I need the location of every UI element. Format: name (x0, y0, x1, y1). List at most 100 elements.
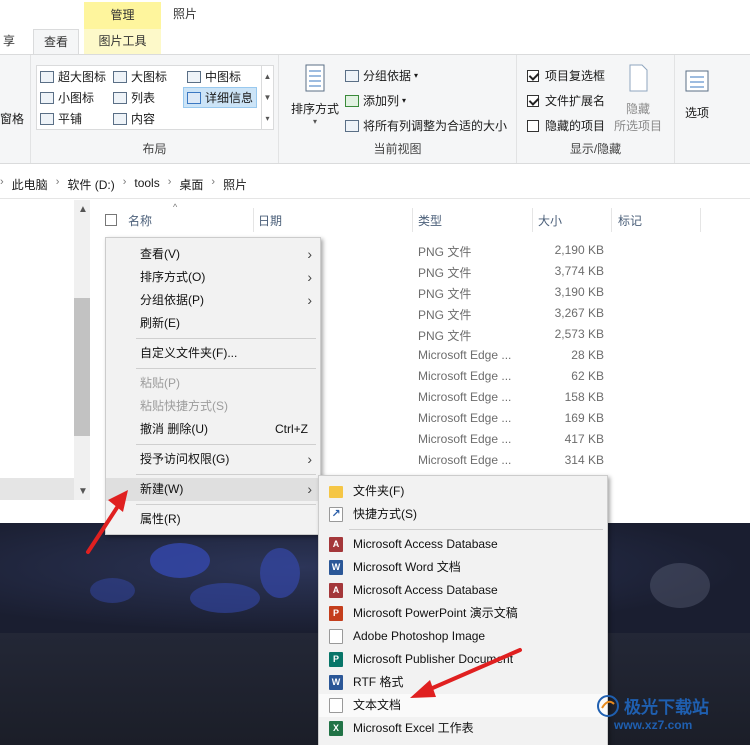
column-header-tags[interactable]: 标记 (618, 212, 642, 229)
new-item-photoshop-image[interactable]: Adobe Photoshop Image (319, 625, 607, 648)
tab-picture-tools[interactable]: 图片工具 (84, 29, 161, 54)
tab-share[interactable]: 享 (0, 29, 18, 54)
text-file-icon (329, 698, 343, 713)
menu-item-refresh[interactable]: 刷新(E) (106, 312, 320, 335)
new-item-word-document[interactable]: W Microsoft Word 文档 (319, 556, 607, 579)
nav-scrollbar-thumb[interactable] (74, 298, 90, 436)
breadcrumb-tools[interactable]: tools (134, 176, 159, 193)
new-item-access-database-2[interactable]: A Microsoft Access Database (319, 579, 607, 602)
chevron-right-icon[interactable]: › (123, 176, 127, 193)
scroll-up-icon[interactable]: ▲ (78, 204, 88, 215)
tab-view[interactable]: 查看 (33, 29, 79, 55)
new-item-shortcut[interactable]: ↗ 快捷方式(S) (319, 503, 607, 526)
chevron-right-icon: › (307, 451, 312, 467)
column-divider[interactable] (700, 208, 701, 232)
layout-list[interactable]: 列表 (113, 89, 155, 106)
powerpoint-icon: P (329, 606, 343, 621)
cell-type: PNG 文件 (418, 308, 472, 322)
layout-details[interactable]: 详细信息 (183, 87, 258, 108)
cell-type: PNG 文件 (418, 329, 472, 343)
column-divider[interactable] (532, 208, 533, 232)
new-item-rtf[interactable]: W RTF 格式 (319, 671, 607, 694)
new-item-text-document[interactable]: 文本文档 (319, 694, 607, 717)
layout-tiles[interactable]: 平铺 (40, 110, 82, 127)
ribbon-group-show-hide: 项目复选框 文件扩展名 隐藏的项目 隐藏 所选项目 显示/隐藏 (517, 55, 675, 163)
menu-item-give-access[interactable]: 授予访问权限(G) › (106, 448, 320, 471)
group-by-button[interactable]: 分组依据 ▾ (345, 67, 418, 84)
new-item-publisher[interactable]: P Microsoft Publisher Document (319, 648, 607, 671)
chevron-right-icon: › (307, 246, 312, 262)
menu-item-group-by[interactable]: 分组依据(P) › (106, 289, 320, 312)
chevron-right-icon: › (0, 176, 4, 188)
column-header-name[interactable]: 名称 (128, 212, 152, 229)
sort-ascending-icon: ^ (173, 202, 178, 212)
address-bar[interactable]: › 此电脑 › 软件 (D:) › tools › 桌面 › 照片 (0, 165, 750, 199)
publisher-icon: P (329, 652, 343, 667)
menu-item-paste-shortcut[interactable]: 粘贴快捷方式(S) (106, 395, 320, 418)
cell-size: 417 KB (564, 432, 604, 446)
layout-small-icons[interactable]: 小图标 (40, 89, 94, 106)
menu-item-properties[interactable]: 属性(R) (106, 508, 320, 531)
photo-blob (650, 563, 710, 608)
checkbox-checked-icon (527, 69, 539, 82)
menu-item-view[interactable]: 查看(V) › (106, 243, 320, 266)
breadcrumb-desktop[interactable]: 桌面 (179, 176, 203, 193)
chevron-right-icon[interactable]: › (56, 176, 60, 193)
pane-button[interactable]: 窗格 (0, 110, 24, 127)
column-header-date[interactable]: 日期 (258, 212, 282, 229)
new-item-access-database[interactable]: A Microsoft Access Database (319, 533, 607, 556)
nav-selected-item[interactable] (0, 478, 74, 500)
add-column-button[interactable]: 添加列 ▾ (345, 92, 406, 109)
menu-item-new[interactable]: 新建(W) › (106, 478, 320, 501)
layout-large-icons[interactable]: 大图标 (113, 68, 167, 85)
file-extensions-toggle[interactable]: 文件扩展名 (527, 92, 605, 109)
column-header-size[interactable]: 大小 (538, 212, 562, 229)
extra-large-icons-icon (40, 70, 54, 83)
new-item-excel[interactable]: X Microsoft Excel 工作表 (319, 717, 607, 740)
menu-item-customize-folder[interactable]: 自定义文件夹(F)... (106, 342, 320, 365)
watermark-url: www.xz7.com (614, 718, 693, 732)
cell-type: PNG 文件 (418, 287, 472, 301)
chevron-right-icon: › (307, 269, 312, 285)
cell-size: 2,573 KB (554, 327, 604, 341)
small-icons-icon (40, 91, 54, 104)
checkbox-checked-icon (527, 94, 539, 107)
layout-extra-large-icons[interactable]: 超大图标 (40, 68, 106, 85)
new-item-folder[interactable]: 文件夹(F) (319, 480, 607, 503)
sort-by-button[interactable]: 排序方式 ▾ (287, 63, 343, 126)
menu-item-undo-delete[interactable]: 撤消 删除(U) Ctrl+Z (106, 418, 320, 441)
options-button[interactable]: 选项 (679, 67, 715, 121)
menu-item-sort-by[interactable]: 排序方式(O) › (106, 266, 320, 289)
access-icon: A (329, 583, 343, 598)
scroll-down-icon[interactable]: ▼ (78, 486, 88, 497)
photo-blob (150, 543, 210, 578)
layout-gallery-scroll[interactable]: ▲ ▼ ▾ (261, 66, 273, 129)
chevron-right-icon[interactable]: › (168, 176, 172, 193)
chevron-right-icon: › (307, 481, 312, 497)
menu-separator (136, 338, 316, 339)
column-divider[interactable] (412, 208, 413, 232)
select-all-checkbox[interactable] (105, 214, 117, 226)
layout-medium-icons[interactable]: 中图标 (187, 68, 241, 85)
new-item-powerpoint[interactable]: P Microsoft PowerPoint 演示文稿 (319, 602, 607, 625)
column-header-type[interactable]: 类型 (418, 212, 442, 229)
column-divider[interactable] (253, 208, 254, 232)
cell-size: 2,190 KB (554, 243, 604, 257)
size-all-columns-button[interactable]: 将所有列调整为合适的大小 (345, 117, 507, 134)
hide-selected-button[interactable]: 隐藏 所选项目 (613, 63, 663, 134)
size-columns-icon (345, 119, 359, 132)
ribbon-tab-bar: 享 查看 管理 图片工具 照片 (0, 0, 750, 55)
breadcrumb-drive-d[interactable]: 软件 (D:) (67, 176, 114, 193)
cell-size: 3,774 KB (554, 264, 604, 278)
layout-content[interactable]: 内容 (113, 110, 155, 127)
breadcrumb-photos[interactable]: 照片 (223, 176, 247, 193)
column-divider[interactable] (611, 208, 612, 232)
list-icon (113, 91, 127, 104)
chevron-right-icon[interactable]: › (211, 176, 215, 193)
content-icon (113, 112, 127, 125)
breadcrumb-this-pc[interactable]: 此电脑 (12, 176, 48, 193)
hidden-items-toggle[interactable]: 隐藏的项目 (527, 117, 605, 134)
menu-item-paste[interactable]: 粘贴(P) (106, 372, 320, 395)
access-icon: A (329, 537, 343, 552)
item-checkboxes-toggle[interactable]: 项目复选框 (527, 67, 605, 84)
